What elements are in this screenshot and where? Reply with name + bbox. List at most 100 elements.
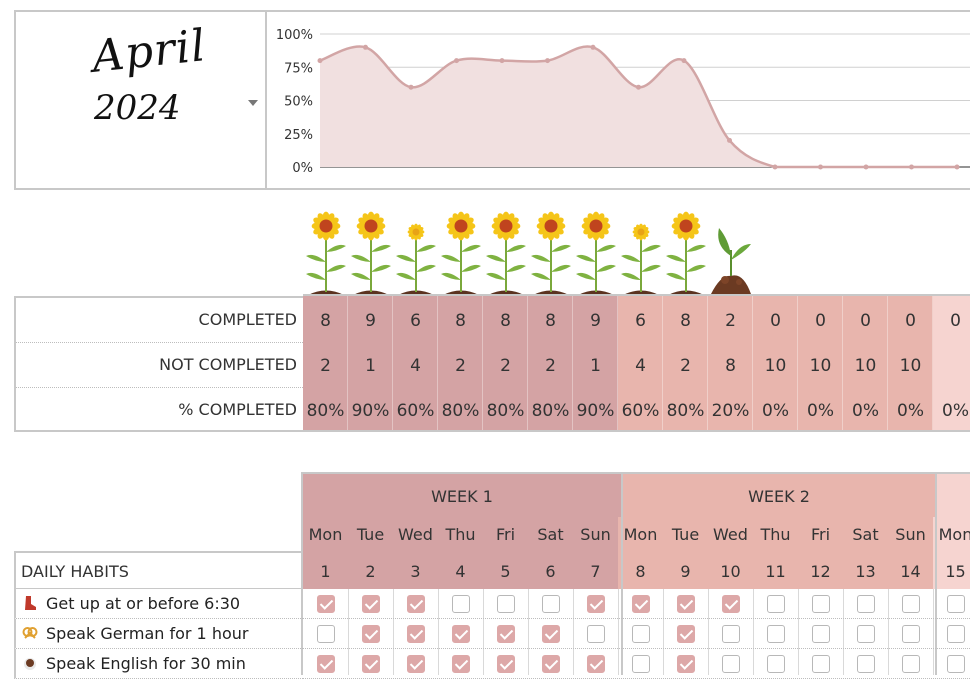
habit-checkbox-checked[interactable] [587, 655, 605, 673]
habit-name: Get up at or before 6:30 [46, 594, 241, 613]
habit-checkbox[interactable] [632, 655, 650, 673]
habit-checkbox[interactable] [812, 625, 830, 643]
date-label: 3 [410, 562, 421, 581]
habit-name: Speak English for 30 min [46, 654, 246, 673]
small-flower-icon [621, 223, 661, 295]
date-label: 10 [720, 562, 741, 581]
habit-checkbox[interactable] [722, 655, 740, 673]
habit-checkbox-checked[interactable] [497, 625, 515, 643]
habit-checkbox[interactable] [542, 595, 560, 613]
data-point [545, 58, 550, 64]
habit-checkbox-checked[interactable] [362, 595, 380, 613]
habit-checkbox[interactable] [947, 625, 965, 643]
habit-checkbox-checked[interactable] [362, 625, 380, 643]
date-label: 15 [945, 562, 966, 581]
habit-checkbox-checked[interactable] [317, 595, 335, 613]
habit-checkbox-checked[interactable] [362, 655, 380, 673]
habit-checkbox[interactable] [497, 595, 515, 613]
habit-checkbox[interactable] [947, 655, 965, 673]
habit-checkbox[interactable] [902, 625, 920, 643]
habit-checkbox[interactable] [317, 625, 335, 643]
weekday-label: Fri [810, 525, 831, 544]
weekday-label: Mon [623, 525, 658, 544]
weekday-label: Tue [356, 525, 385, 544]
data-point [727, 137, 732, 143]
habit-checkbox-checked[interactable] [317, 655, 335, 673]
weekday-label: Thu [445, 525, 476, 544]
data-point [499, 58, 505, 64]
habit-checkbox[interactable] [632, 625, 650, 643]
habit-checkbox[interactable] [857, 655, 875, 673]
habit-checkbox-checked[interactable] [407, 625, 425, 643]
weekday-label: Thu [760, 525, 791, 544]
habit-checkbox[interactable] [857, 625, 875, 643]
habit-checkbox-checked[interactable] [677, 655, 695, 673]
data-point [408, 84, 414, 90]
habit-checkbox-checked[interactable] [542, 625, 560, 643]
week-divider [935, 474, 937, 675]
row-divider [303, 678, 970, 679]
habit-checkbox[interactable] [767, 625, 785, 643]
data-point [590, 44, 596, 50]
summary-border [303, 294, 970, 432]
habit-checkbox-checked[interactable] [542, 655, 560, 673]
date-label: 4 [455, 562, 466, 581]
month-title: April [89, 20, 209, 83]
sunflower-icon [441, 211, 481, 295]
habits-title-cell: DAILY HABITS [14, 551, 303, 589]
weekday-label: Wed [713, 525, 748, 544]
data-point [681, 58, 687, 64]
habit-checkbox-checked[interactable] [587, 595, 605, 613]
month-selector[interactable]: April 2024 [14, 10, 265, 190]
habit-checkbox-checked[interactable] [677, 595, 695, 613]
habit-checkbox[interactable] [902, 595, 920, 613]
data-point [454, 58, 459, 64]
y-tick-label: 0% [292, 161, 313, 176]
weekday-label: Mon [308, 525, 343, 544]
habit-checkbox[interactable] [812, 595, 830, 613]
habit-checkbox[interactable] [812, 655, 830, 673]
habit-checkbox[interactable] [587, 625, 605, 643]
progress-chart-svg: 100% 75% 50% 25% 0% [276, 28, 970, 176]
habit-checkbox-checked[interactable] [632, 595, 650, 613]
habit-checkbox-checked[interactable] [407, 655, 425, 673]
sunflower-icon [306, 211, 346, 295]
weekday-label: Sat [537, 525, 564, 544]
data-point [909, 164, 914, 170]
habit-checkbox[interactable] [902, 655, 920, 673]
habit-checkbox-checked[interactable] [722, 595, 740, 613]
habit-checkbox[interactable] [452, 595, 470, 613]
habit-checkbox-checked[interactable] [452, 625, 470, 643]
progress-flowers [303, 200, 970, 296]
date-label: 6 [545, 562, 556, 581]
data-point [636, 84, 641, 90]
habit-checkbox[interactable] [722, 625, 740, 643]
small-flower-icon [396, 223, 436, 295]
sunflower-icon [576, 211, 616, 295]
habit-name: Speak German for 1 hour [46, 624, 249, 643]
habit-checkbox-checked[interactable] [452, 655, 470, 673]
habit-checkbox[interactable] [767, 595, 785, 613]
habit-checkbox[interactable] [767, 655, 785, 673]
weekday-label: Mon [938, 525, 970, 544]
habit-checkbox[interactable] [947, 595, 965, 613]
data-point [363, 44, 368, 50]
pct-completed-label: % COMPLETED [178, 400, 297, 419]
sunflower-icon [531, 211, 571, 295]
habit-checkbox[interactable] [857, 595, 875, 613]
y-tick-label: 100% [276, 28, 313, 43]
summary-table-labels: COMPLETED NOT COMPLETED % COMPLETED [14, 296, 303, 432]
flowers-svg [306, 211, 751, 295]
date-label: 14 [900, 562, 921, 581]
sprout-icon [711, 228, 751, 294]
habit-checkbox-checked[interactable] [677, 625, 695, 643]
dropdown-arrow-icon[interactable] [248, 100, 258, 106]
habit-row: Get up at or before 6:30 [14, 589, 303, 619]
habit-row: Speak German for 1 hour [14, 619, 303, 649]
habit-checkbox-checked[interactable] [497, 655, 515, 673]
weekday-label: Tue [671, 525, 700, 544]
progress-chart: 100% 75% 50% 25% 0% [265, 10, 970, 190]
date-label: 1 [320, 562, 331, 581]
habit-checkbox-checked[interactable] [407, 595, 425, 613]
week-divider [621, 474, 623, 675]
